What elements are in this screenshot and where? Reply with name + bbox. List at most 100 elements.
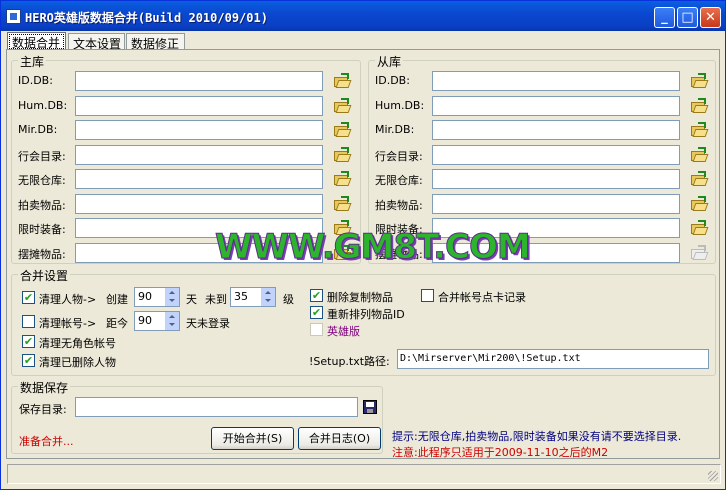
hero-ver-label: 英雄版 — [327, 325, 360, 338]
resort-ids-label: 重新排列物品ID — [327, 308, 405, 321]
open-folder-icon[interactable] — [334, 122, 352, 137]
resort-ids-checkbox[interactable]: ✔ — [310, 306, 323, 319]
days-unit-label: 天 — [186, 293, 197, 306]
main-db-row-label: Hum.DB: — [18, 98, 68, 112]
clean-char-label: 清理人物-> — [39, 293, 97, 306]
not-login-label: 天未登录 — [186, 317, 230, 330]
main-window: HERO英雄版数据合并(Build 2010/09/01) _ □ ✕ 数据合并… — [0, 0, 726, 490]
save-disk-icon[interactable] — [363, 400, 377, 414]
slave-db-row-label: Mir.DB: — [375, 123, 415, 136]
tip-text: 提示:无限仓库,拍卖物品,限时装备如果没有请不要选择目录. — [392, 430, 682, 443]
merge-settings-group: 合并设置 ✔ 清理人物-> 创建 90 天 未到 35 级 清理帐号-> 距今 … — [11, 267, 716, 376]
open-folder-icon[interactable] — [691, 97, 709, 113]
clean-no-char-label: 清理无角色帐号 — [39, 337, 116, 350]
slave-db-row-input[interactable] — [432, 71, 680, 91]
watermark-text: WWW.GM8T.COM — [215, 227, 532, 268]
save-group: 数据保存 保存目录: 准备合并... 开始合并(S) 合并日志(O) — [11, 379, 383, 454]
slave-db-row-label: ID.DB: — [375, 74, 410, 87]
main-db-row-label: 拍卖物品: — [18, 198, 66, 212]
open-folder-icon[interactable] — [334, 73, 352, 88]
tab-text-settings[interactable]: 文本设置 — [68, 33, 125, 51]
status-bar — [7, 464, 721, 484]
open-folder-icon[interactable] — [691, 171, 709, 186]
main-db-row-input[interactable] — [75, 71, 323, 91]
main-db-row-label: 无限仓库: — [18, 174, 66, 187]
slave-db-row-label: Hum.DB: — [375, 98, 425, 112]
open-folder-icon[interactable] — [691, 244, 709, 260]
until-label: 未到 — [205, 293, 227, 306]
open-folder-icon[interactable] — [691, 122, 709, 137]
slave-db-row-label: 拍卖物品: — [375, 198, 423, 212]
clean-acct-checkbox[interactable] — [22, 315, 35, 328]
level-unit-label: 级 — [283, 293, 294, 306]
setup-path-label: !Setup.txt路径: — [309, 355, 390, 368]
merge-card-label: 合并帐号点卡记录 — [438, 291, 526, 304]
acct-days-value: 90 — [138, 314, 152, 327]
spin-arrows-icon[interactable] — [164, 288, 179, 306]
open-folder-icon[interactable] — [691, 195, 709, 211]
main-db-row-label: 摆摊物品: — [18, 247, 66, 261]
open-folder-icon[interactable] — [334, 97, 352, 113]
level-stepper[interactable]: 35 — [230, 287, 276, 307]
main-db-row-input[interactable] — [75, 95, 323, 116]
open-folder-icon[interactable] — [334, 171, 352, 186]
acct-days-stepper[interactable]: 90 — [134, 311, 180, 331]
status-text: 准备合并... — [19, 435, 74, 448]
hero-ver-checkbox[interactable] — [310, 323, 323, 336]
clean-deleted-label: 清理已删除人物 — [39, 356, 116, 369]
clean-days-value: 90 — [138, 290, 152, 303]
app-icon[interactable] — [6, 9, 21, 24]
main-db-row-input[interactable] — [75, 144, 323, 165]
setup-path-input[interactable]: D:\Mirserver\Mir200\!Setup.txt — [397, 349, 709, 369]
clean-acct-label: 清理帐号-> — [39, 317, 97, 330]
main-db-title: 主库 — [18, 53, 47, 70]
slave-db-row-input[interactable] — [432, 120, 680, 140]
clean-char-checkbox[interactable]: ✔ — [22, 291, 35, 304]
main-db-row-input[interactable] — [75, 169, 323, 189]
save-title: 数据保存 — [18, 379, 71, 396]
open-folder-icon[interactable] — [691, 220, 709, 235]
main-db-row-input[interactable] — [75, 193, 323, 214]
resize-grip-icon[interactable] — [708, 471, 718, 481]
spin-arrows-icon[interactable] — [164, 312, 179, 330]
window-title: HERO英雄版数据合并(Build 2010/09/01) — [25, 11, 268, 25]
del-dup-label: 删除复制物品 — [327, 291, 393, 304]
main-db-row-label: 限时装备: — [18, 223, 66, 236]
main-db-row-input[interactable] — [75, 120, 323, 140]
merge-settings-title: 合并设置 — [18, 267, 71, 284]
spin-arrows-icon[interactable] — [260, 288, 275, 306]
open-folder-icon[interactable] — [334, 195, 352, 211]
close-button[interactable]: ✕ — [700, 7, 721, 28]
open-folder-icon[interactable] — [691, 146, 709, 162]
tab-data-fix[interactable]: 数据修正 — [126, 33, 185, 51]
merge-card-checkbox[interactable] — [421, 289, 434, 302]
minimize-icon: _ — [661, 10, 668, 25]
save-dir-input[interactable] — [75, 397, 358, 417]
slave-db-row-label: 无限仓库: — [375, 174, 423, 187]
start-merge-button[interactable]: 开始合并(S) — [211, 427, 294, 450]
clean-days-stepper[interactable]: 90 — [134, 287, 180, 307]
maximize-button[interactable]: □ — [677, 7, 698, 28]
main-db-row-label: Mir.DB: — [18, 123, 58, 136]
close-icon: ✕ — [705, 10, 716, 25]
slave-db-row-input[interactable] — [432, 193, 680, 214]
level-value: 35 — [234, 290, 248, 303]
open-folder-icon[interactable] — [691, 73, 709, 88]
open-folder-icon[interactable] — [334, 146, 352, 162]
slave-db-row-input[interactable] — [432, 95, 680, 116]
since-label: 距今 — [106, 317, 128, 330]
minimize-button[interactable]: _ — [654, 7, 675, 28]
clean-deleted-checkbox[interactable]: ✔ — [22, 354, 35, 367]
main-db-row-label: 行会目录: — [18, 149, 66, 163]
slave-db-row-label: 行会目录: — [375, 149, 423, 163]
merge-log-button[interactable]: 合并日志(O) — [298, 427, 381, 450]
maximize-icon: □ — [681, 10, 694, 25]
clean-no-char-checkbox[interactable]: ✔ — [22, 335, 35, 348]
main-db-row-label: ID.DB: — [18, 74, 53, 87]
del-dup-checkbox[interactable]: ✔ — [310, 289, 323, 302]
created-label: 创建 — [106, 293, 128, 306]
title-bar[interactable]: HERO英雄版数据合并(Build 2010/09/01) _ □ ✕ — [1, 1, 725, 31]
slave-db-title: 从库 — [375, 53, 404, 70]
slave-db-row-input[interactable] — [432, 144, 680, 165]
slave-db-row-input[interactable] — [432, 169, 680, 189]
